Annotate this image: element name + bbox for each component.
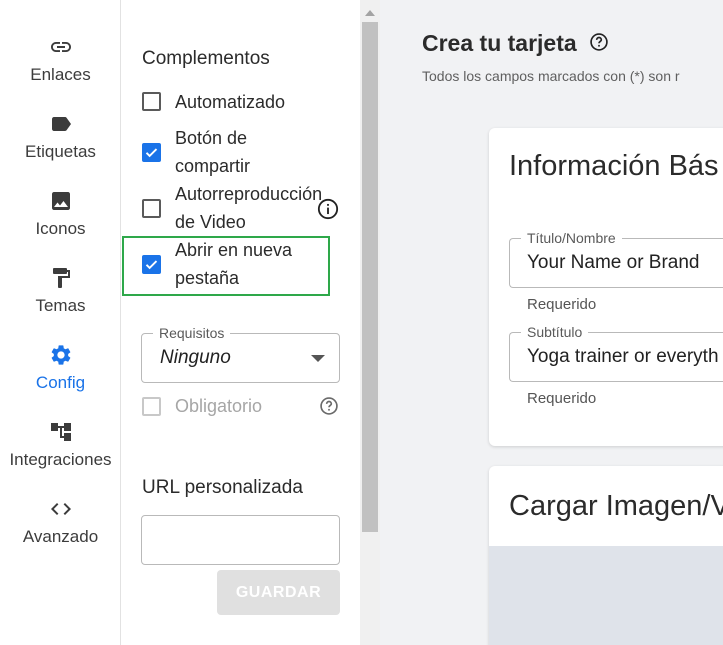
nav-item-temas[interactable]: Temas (0, 266, 121, 336)
option-label: Obligatorio (175, 396, 263, 416)
option-label-line1: Botón de (175, 128, 248, 148)
complements-title: Complementos (142, 48, 270, 69)
abrir-nueva-pestana-checkbox[interactable] (142, 255, 161, 274)
code-icon (49, 497, 73, 521)
help-icon[interactable] (319, 396, 339, 416)
option-autorreproduccion[interactable]: Autorreproducción de Video (142, 180, 337, 236)
field-value: Yoga trainer or everyth (527, 346, 719, 367)
nav-item-label: Iconos (35, 219, 86, 238)
nav-item-enlaces[interactable]: Enlaces (0, 35, 121, 105)
obligatorio-checkbox (142, 397, 161, 416)
nav-item-label: Config (35, 373, 86, 392)
nav-rail: Enlaces Etiquetas Iconos Temas Config In… (0, 0, 121, 645)
image-preview-area[interactable] (489, 546, 723, 645)
nav-item-label: Enlaces (30, 65, 91, 84)
field-helper-text: Requerido (527, 296, 597, 313)
gear-icon (49, 343, 73, 367)
check-icon (145, 260, 158, 270)
nav-item-iconos[interactable]: Iconos (0, 189, 121, 259)
requirements-legend: Requisitos (153, 325, 231, 341)
account-tree-icon (49, 420, 73, 444)
option-label-line2: de Video (175, 212, 246, 232)
title-name-field[interactable]: Título/Nombre Your Name or Brand (509, 230, 723, 288)
option-automatizado[interactable]: Automatizado (142, 88, 337, 116)
nav-item-integraciones[interactable]: Integraciones (0, 420, 121, 490)
option-label: Automatizado (175, 92, 286, 112)
panel-scrollbar[interactable] (360, 0, 380, 645)
settings-panel: Complementos Automatizado Botón de compa… (122, 0, 360, 645)
nav-item-label: Integraciones (9, 450, 112, 469)
nav-item-avanzado[interactable]: Avanzado (0, 497, 121, 567)
nav-item-config[interactable]: Config (0, 343, 121, 413)
basic-info-card: Información Bás Título/Nombre Your Name … (489, 128, 723, 446)
page-title: Crea tu tarjeta (422, 30, 577, 56)
nav-item-label: Etiquetas (25, 142, 96, 161)
paint-roller-icon (49, 266, 73, 290)
scroll-up-arrow-icon[interactable] (365, 10, 375, 16)
upload-card: Cargar Imagen/V (489, 466, 723, 645)
option-label-line1: Autorreproducción (175, 184, 323, 204)
check-icon (145, 148, 158, 158)
field-helper-text: Requerido (527, 390, 597, 407)
option-label-line2: compartir (175, 156, 251, 176)
nav-item-label: Temas (35, 296, 86, 315)
label-icon (49, 112, 73, 136)
card-title: Información Bás (509, 150, 719, 182)
automatizado-checkbox[interactable] (142, 92, 161, 111)
custom-url-title: URL personalizada (142, 477, 303, 498)
link-icon (49, 35, 73, 59)
requirements-value: Ninguno (160, 347, 231, 368)
help-icon[interactable] (589, 32, 609, 52)
save-button[interactable]: GUARDAR (217, 570, 340, 615)
info-icon[interactable] (317, 198, 339, 220)
option-boton-compartir[interactable]: Botón de compartir (142, 124, 337, 180)
card-title: Cargar Imagen/V (509, 490, 723, 522)
option-obligatorio: Obligatorio (142, 392, 337, 420)
field-legend: Título/Nombre (521, 230, 622, 246)
autorreproduccion-checkbox[interactable] (142, 199, 161, 218)
page-subtitle: Todos los campos marcados con (*) son r (422, 68, 680, 84)
field-value: Your Name or Brand (527, 252, 700, 273)
subtitle-field[interactable]: Subtítulo Yoga trainer or everyth (509, 324, 723, 382)
boton-compartir-checkbox[interactable] (142, 143, 161, 162)
main-content: Crea tu tarjeta Todos los campos marcado… (380, 0, 723, 645)
image-icon (49, 189, 73, 213)
custom-url-input[interactable] (141, 515, 340, 565)
field-legend: Subtítulo (521, 324, 589, 340)
option-label-line2: pestaña (175, 268, 240, 288)
nav-item-etiquetas[interactable]: Etiquetas (0, 112, 121, 182)
nav-item-label: Avanzado (22, 527, 99, 546)
requirements-select[interactable]: Requisitos Ninguno (141, 325, 340, 383)
option-label-line1: Abrir en nueva (175, 240, 293, 260)
scrollbar-thumb[interactable] (362, 22, 378, 532)
option-abrir-nueva-pestana[interactable]: Abrir en nueva pestaña (142, 236, 337, 292)
dropdown-arrow-icon (311, 355, 325, 362)
